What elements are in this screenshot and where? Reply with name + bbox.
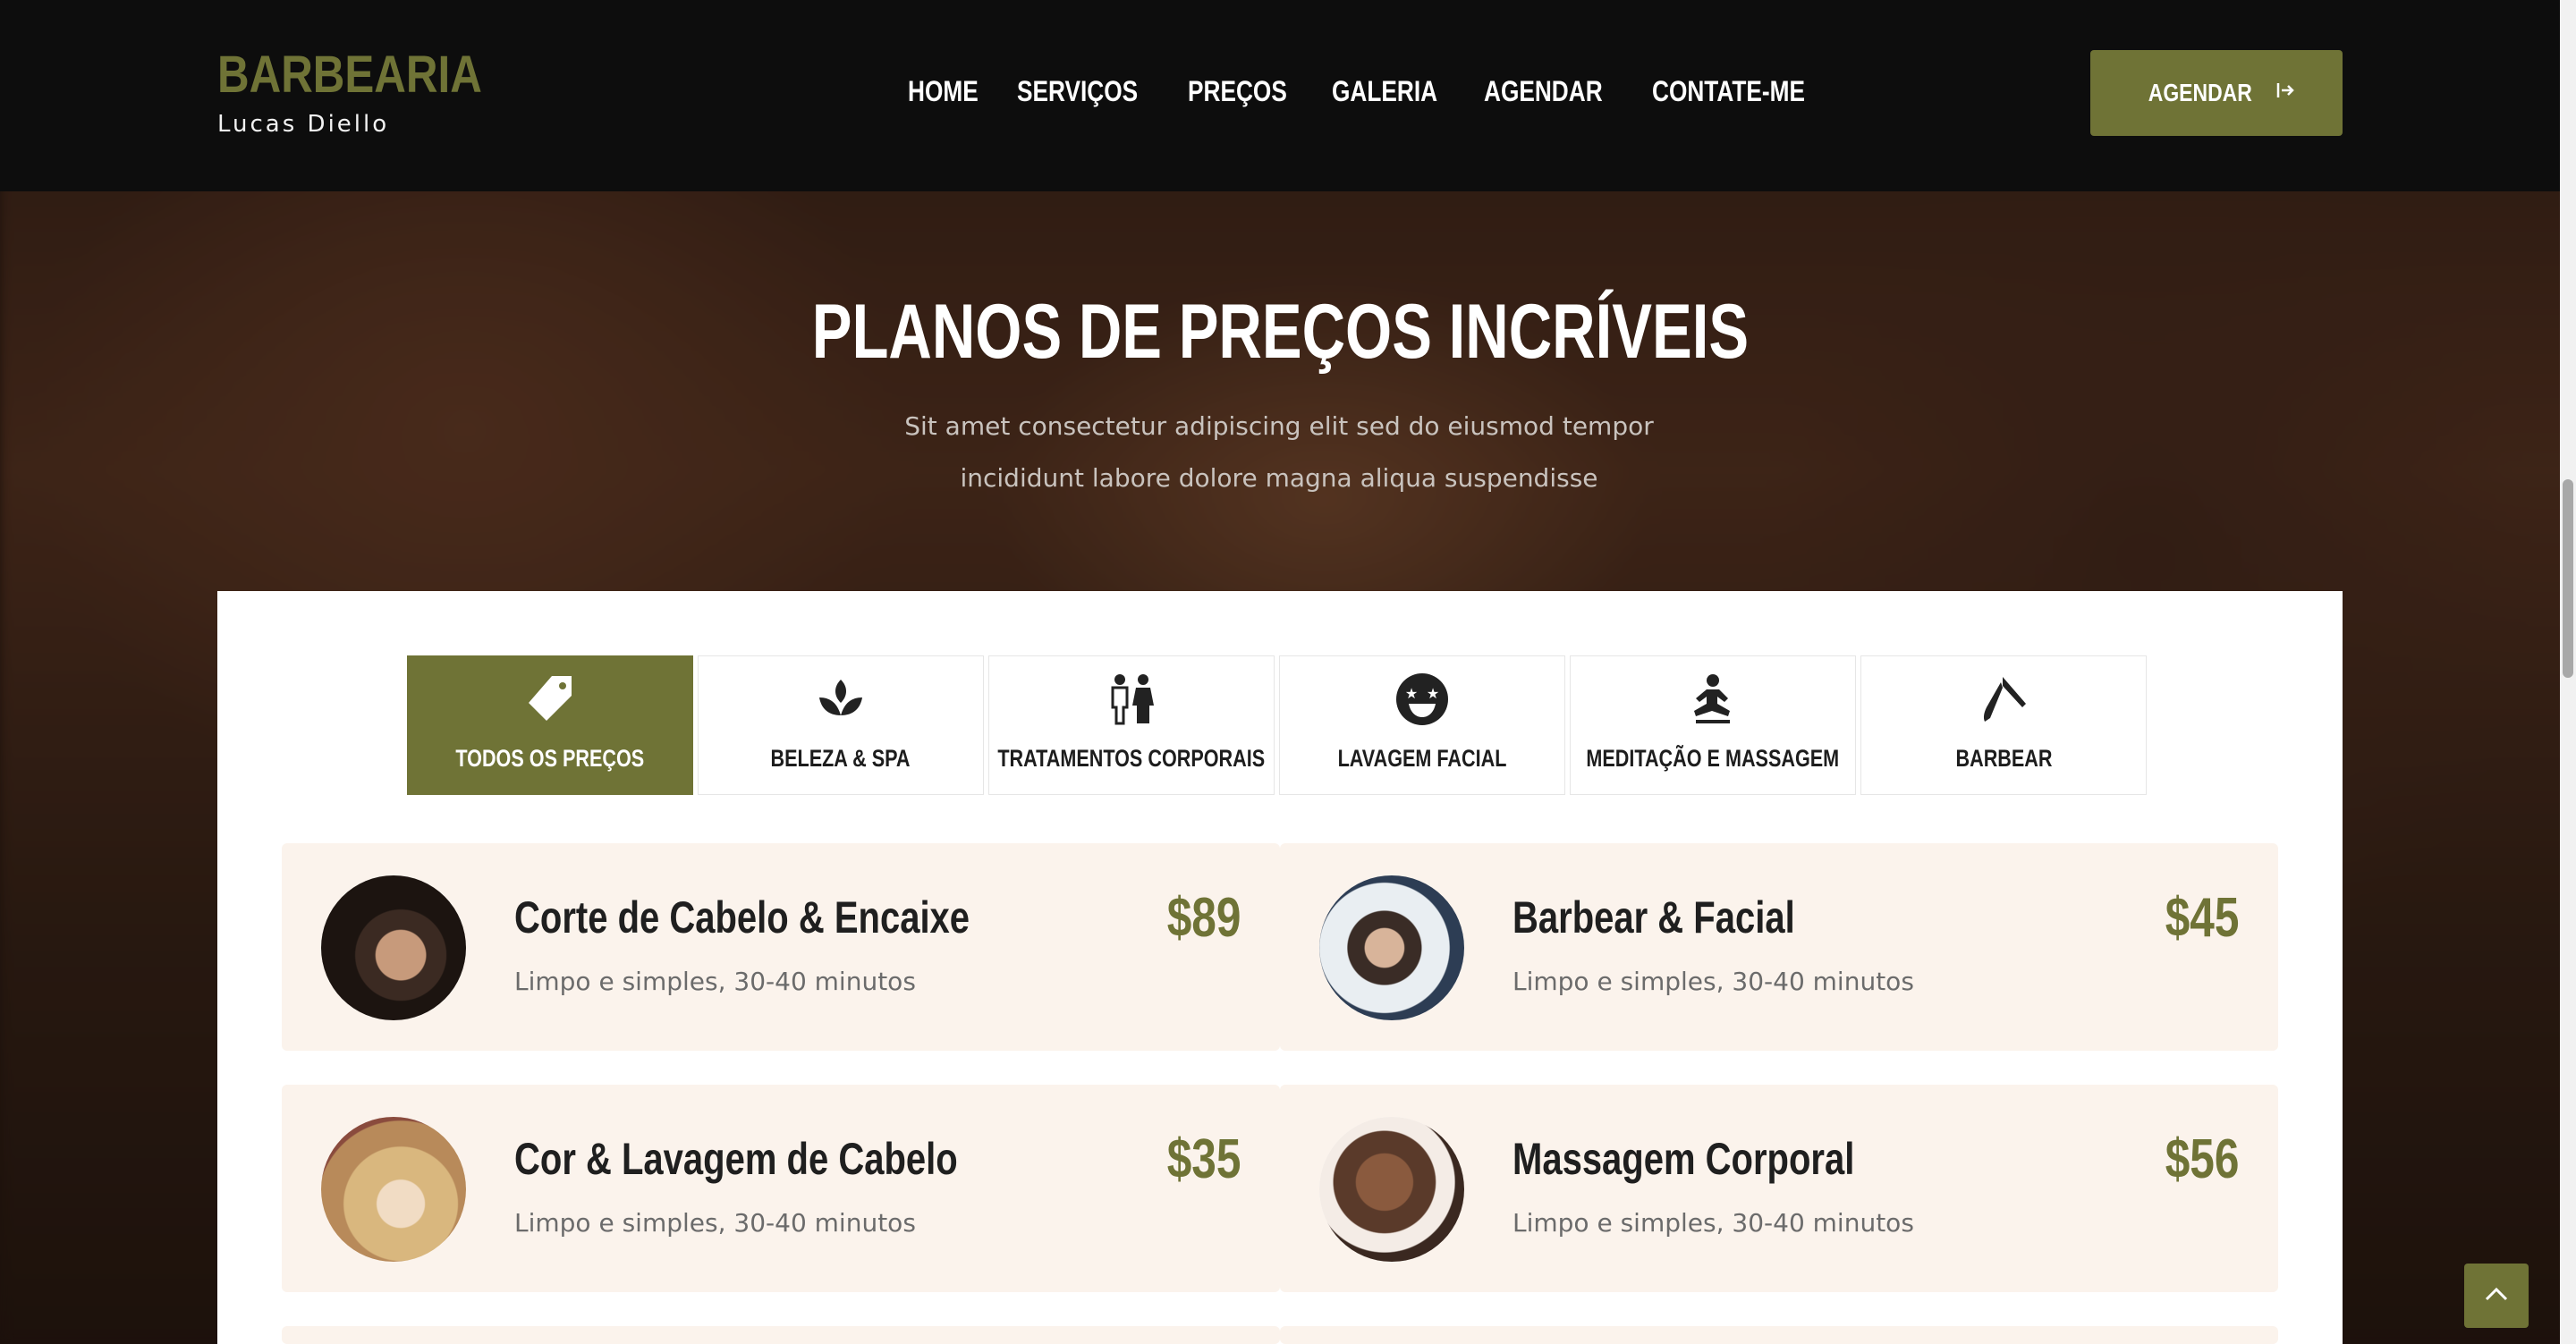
service-photo-shave-facial bbox=[1319, 875, 1464, 1020]
tab-label: LAVAGEM FACIAL bbox=[1337, 745, 1507, 772]
svg-text:★: ★ bbox=[1405, 685, 1418, 702]
hero-title: PLANOS DE PREÇOS INCRÍVEIS bbox=[0, 288, 2560, 376]
arrow-right-to-bracket-icon bbox=[2276, 80, 2296, 106]
service-price: $35 bbox=[1166, 1128, 1241, 1190]
service-photo-haircut bbox=[321, 875, 466, 1020]
service-price: $89 bbox=[1166, 887, 1241, 949]
hero-title-text: PLANOS DE PREÇOS INCRÍVEIS bbox=[811, 289, 1749, 375]
brand-subtitle: Lucas Diello bbox=[217, 111, 390, 138]
service-description: Limpo e simples, 30-40 minutos bbox=[1513, 1208, 1914, 1238]
pricing-tabs: TODOS OS PREÇOS BELEZA & SPA TRATAMENTOS… bbox=[407, 655, 2147, 795]
hero-subtitle-line-2: incididunt labore dolore magna aliqua su… bbox=[960, 463, 1598, 493]
tab-label: BELEZA & SPA bbox=[770, 745, 911, 772]
service-photo-body-massage bbox=[1319, 1117, 1464, 1262]
chevron-up-icon bbox=[2484, 1286, 2509, 1306]
service-price: $45 bbox=[2165, 887, 2239, 949]
service-description: Limpo e simples, 30-40 minutos bbox=[1513, 967, 1914, 996]
meditation-icon bbox=[1685, 672, 1741, 727]
service-title: Massagem Corporal bbox=[1513, 1134, 1855, 1184]
back-to-top-button[interactable] bbox=[2464, 1264, 2529, 1328]
tab-beleza-spa[interactable]: BELEZA & SPA bbox=[698, 655, 984, 795]
agendar-button-label: AGENDAR bbox=[2148, 79, 2253, 106]
star-eyes-face-icon: ★ ★ bbox=[1394, 672, 1450, 727]
service-price: $56 bbox=[2165, 1128, 2239, 1190]
service-description: Limpo e simples, 30-40 minutos bbox=[514, 967, 916, 996]
price-card[interactable]: Corte de Cabelo & Encaixe Limpo e simple… bbox=[282, 843, 1280, 1051]
nav-agendar[interactable]: AGENDAR bbox=[1484, 75, 1603, 108]
service-title: Corte de Cabelo & Encaixe bbox=[514, 892, 970, 942]
tab-label: MEDITAÇÃO E MASSAGEM bbox=[1586, 745, 1840, 772]
brand-title[interactable]: BARBEARIA bbox=[217, 45, 482, 105]
price-card[interactable]: Barbear & Facial Limpo e simples, 30-40 … bbox=[1280, 843, 2278, 1051]
service-description: Limpo e simples, 30-40 minutos bbox=[514, 1208, 916, 1238]
agendar-button[interactable]: AGENDAR bbox=[2090, 50, 2343, 136]
nav-precos[interactable]: PREÇOS bbox=[1188, 75, 1287, 108]
svg-text:★: ★ bbox=[1427, 685, 1439, 702]
tab-lavagem-facial[interactable]: ★ ★ LAVAGEM FACIAL bbox=[1279, 655, 1565, 795]
tab-todos-os-precos[interactable]: TODOS OS PREÇOS bbox=[407, 655, 693, 795]
nav-servicos[interactable]: SERVIÇOS bbox=[1017, 75, 1138, 108]
price-card[interactable]: Cor & Lavagem de Cabelo Limpo e simples,… bbox=[282, 1085, 1280, 1292]
service-title: Barbear & Facial bbox=[1513, 892, 1795, 942]
nav-galeria[interactable]: GALERIA bbox=[1332, 75, 1437, 108]
price-card-partial[interactable] bbox=[282, 1326, 1280, 1344]
site-header: BARBEARIA Lucas Diello HOME SERVIÇOS PRE… bbox=[0, 0, 2560, 191]
tab-meditacao-e-massagem[interactable]: MEDITAÇÃO E MASSAGEM bbox=[1570, 655, 1856, 795]
nav-home[interactable]: HOME bbox=[908, 75, 979, 108]
price-card[interactable]: Massagem Corporal Limpo e simples, 30-40… bbox=[1280, 1085, 2278, 1292]
pricing-panel: TODOS OS PREÇOS BELEZA & SPA TRATAMENTOS… bbox=[217, 591, 2343, 1344]
tab-label: BARBEAR bbox=[1955, 745, 2052, 772]
people-icon bbox=[1104, 672, 1159, 727]
tag-icon bbox=[522, 672, 578, 727]
lotus-icon bbox=[813, 672, 869, 727]
price-card-partial[interactable] bbox=[1280, 1326, 2278, 1344]
tab-tratamentos-corporais[interactable]: TRATAMENTOS CORPORAIS bbox=[988, 655, 1275, 795]
service-photo-hair-color bbox=[321, 1117, 466, 1262]
tab-label: TRATAMENTOS CORPORAIS bbox=[997, 745, 1266, 772]
page-scrollbar-thumb[interactable] bbox=[2563, 479, 2573, 678]
tab-label: TODOS OS PREÇOS bbox=[455, 745, 645, 772]
service-title: Cor & Lavagem de Cabelo bbox=[514, 1134, 958, 1184]
nav-contate-me[interactable]: CONTATE-ME bbox=[1652, 75, 1805, 108]
tab-barbear[interactable]: BARBEAR bbox=[1860, 655, 2147, 795]
hero-subtitle-line-1: Sit amet consectetur adipiscing elit sed… bbox=[904, 411, 1654, 441]
main-nav: HOME SERVIÇOS PREÇOS GALERIA AGENDAR CON… bbox=[908, 75, 1829, 108]
razor-icon bbox=[1976, 672, 2031, 727]
hero-subtitle: Sit amet consectetur adipiscing elit sed… bbox=[877, 401, 1682, 504]
